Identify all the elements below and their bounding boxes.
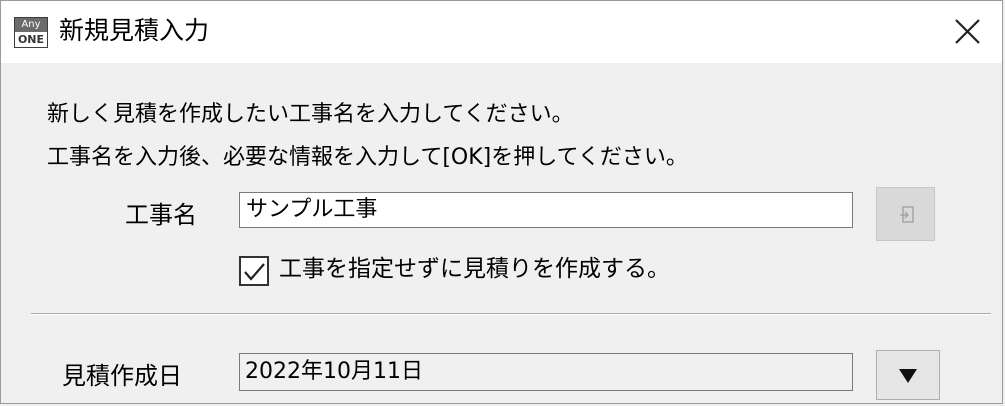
project-name-input[interactable]: サンプル工事 bbox=[239, 192, 853, 228]
select-from-list-icon bbox=[900, 206, 914, 223]
window-title: 新規見積入力 bbox=[59, 16, 210, 45]
skip-project-label[interactable]: 工事を指定せずに見積りを作成する。 bbox=[279, 254, 670, 284]
dialog-window: Any ONE 新規見積入力 新しく見積を作成したい工事名を入力してください。 … bbox=[0, 0, 1003, 404]
title-bar: Any ONE 新規見積入力 bbox=[1, 1, 1002, 63]
close-icon bbox=[955, 19, 980, 44]
checkmark-icon bbox=[244, 263, 265, 281]
dropdown-arrow-icon bbox=[899, 369, 917, 383]
app-icon-text-bottom: ONE bbox=[15, 32, 47, 47]
close-button[interactable] bbox=[941, 11, 991, 53]
project-picker-button bbox=[876, 187, 935, 241]
date-dropdown-button[interactable] bbox=[876, 350, 940, 400]
project-name-label: 工事名 bbox=[125, 201, 197, 229]
instruction-line-1: 新しく見積を作成したい工事名を入力してください。 bbox=[47, 102, 574, 127]
anyone-app-icon: Any ONE bbox=[14, 17, 48, 48]
instruction-line-2: 工事名を入力後、必要な情報を入力して[OK]を押してください。 bbox=[47, 145, 688, 170]
skip-project-checkbox[interactable] bbox=[239, 256, 269, 286]
section-divider bbox=[31, 313, 991, 315]
estimate-date-field[interactable]: 2022年10月11日 bbox=[239, 353, 853, 391]
estimate-date-label: 見積作成日 bbox=[62, 362, 182, 390]
app-icon-text-top: Any bbox=[21, 19, 41, 30]
